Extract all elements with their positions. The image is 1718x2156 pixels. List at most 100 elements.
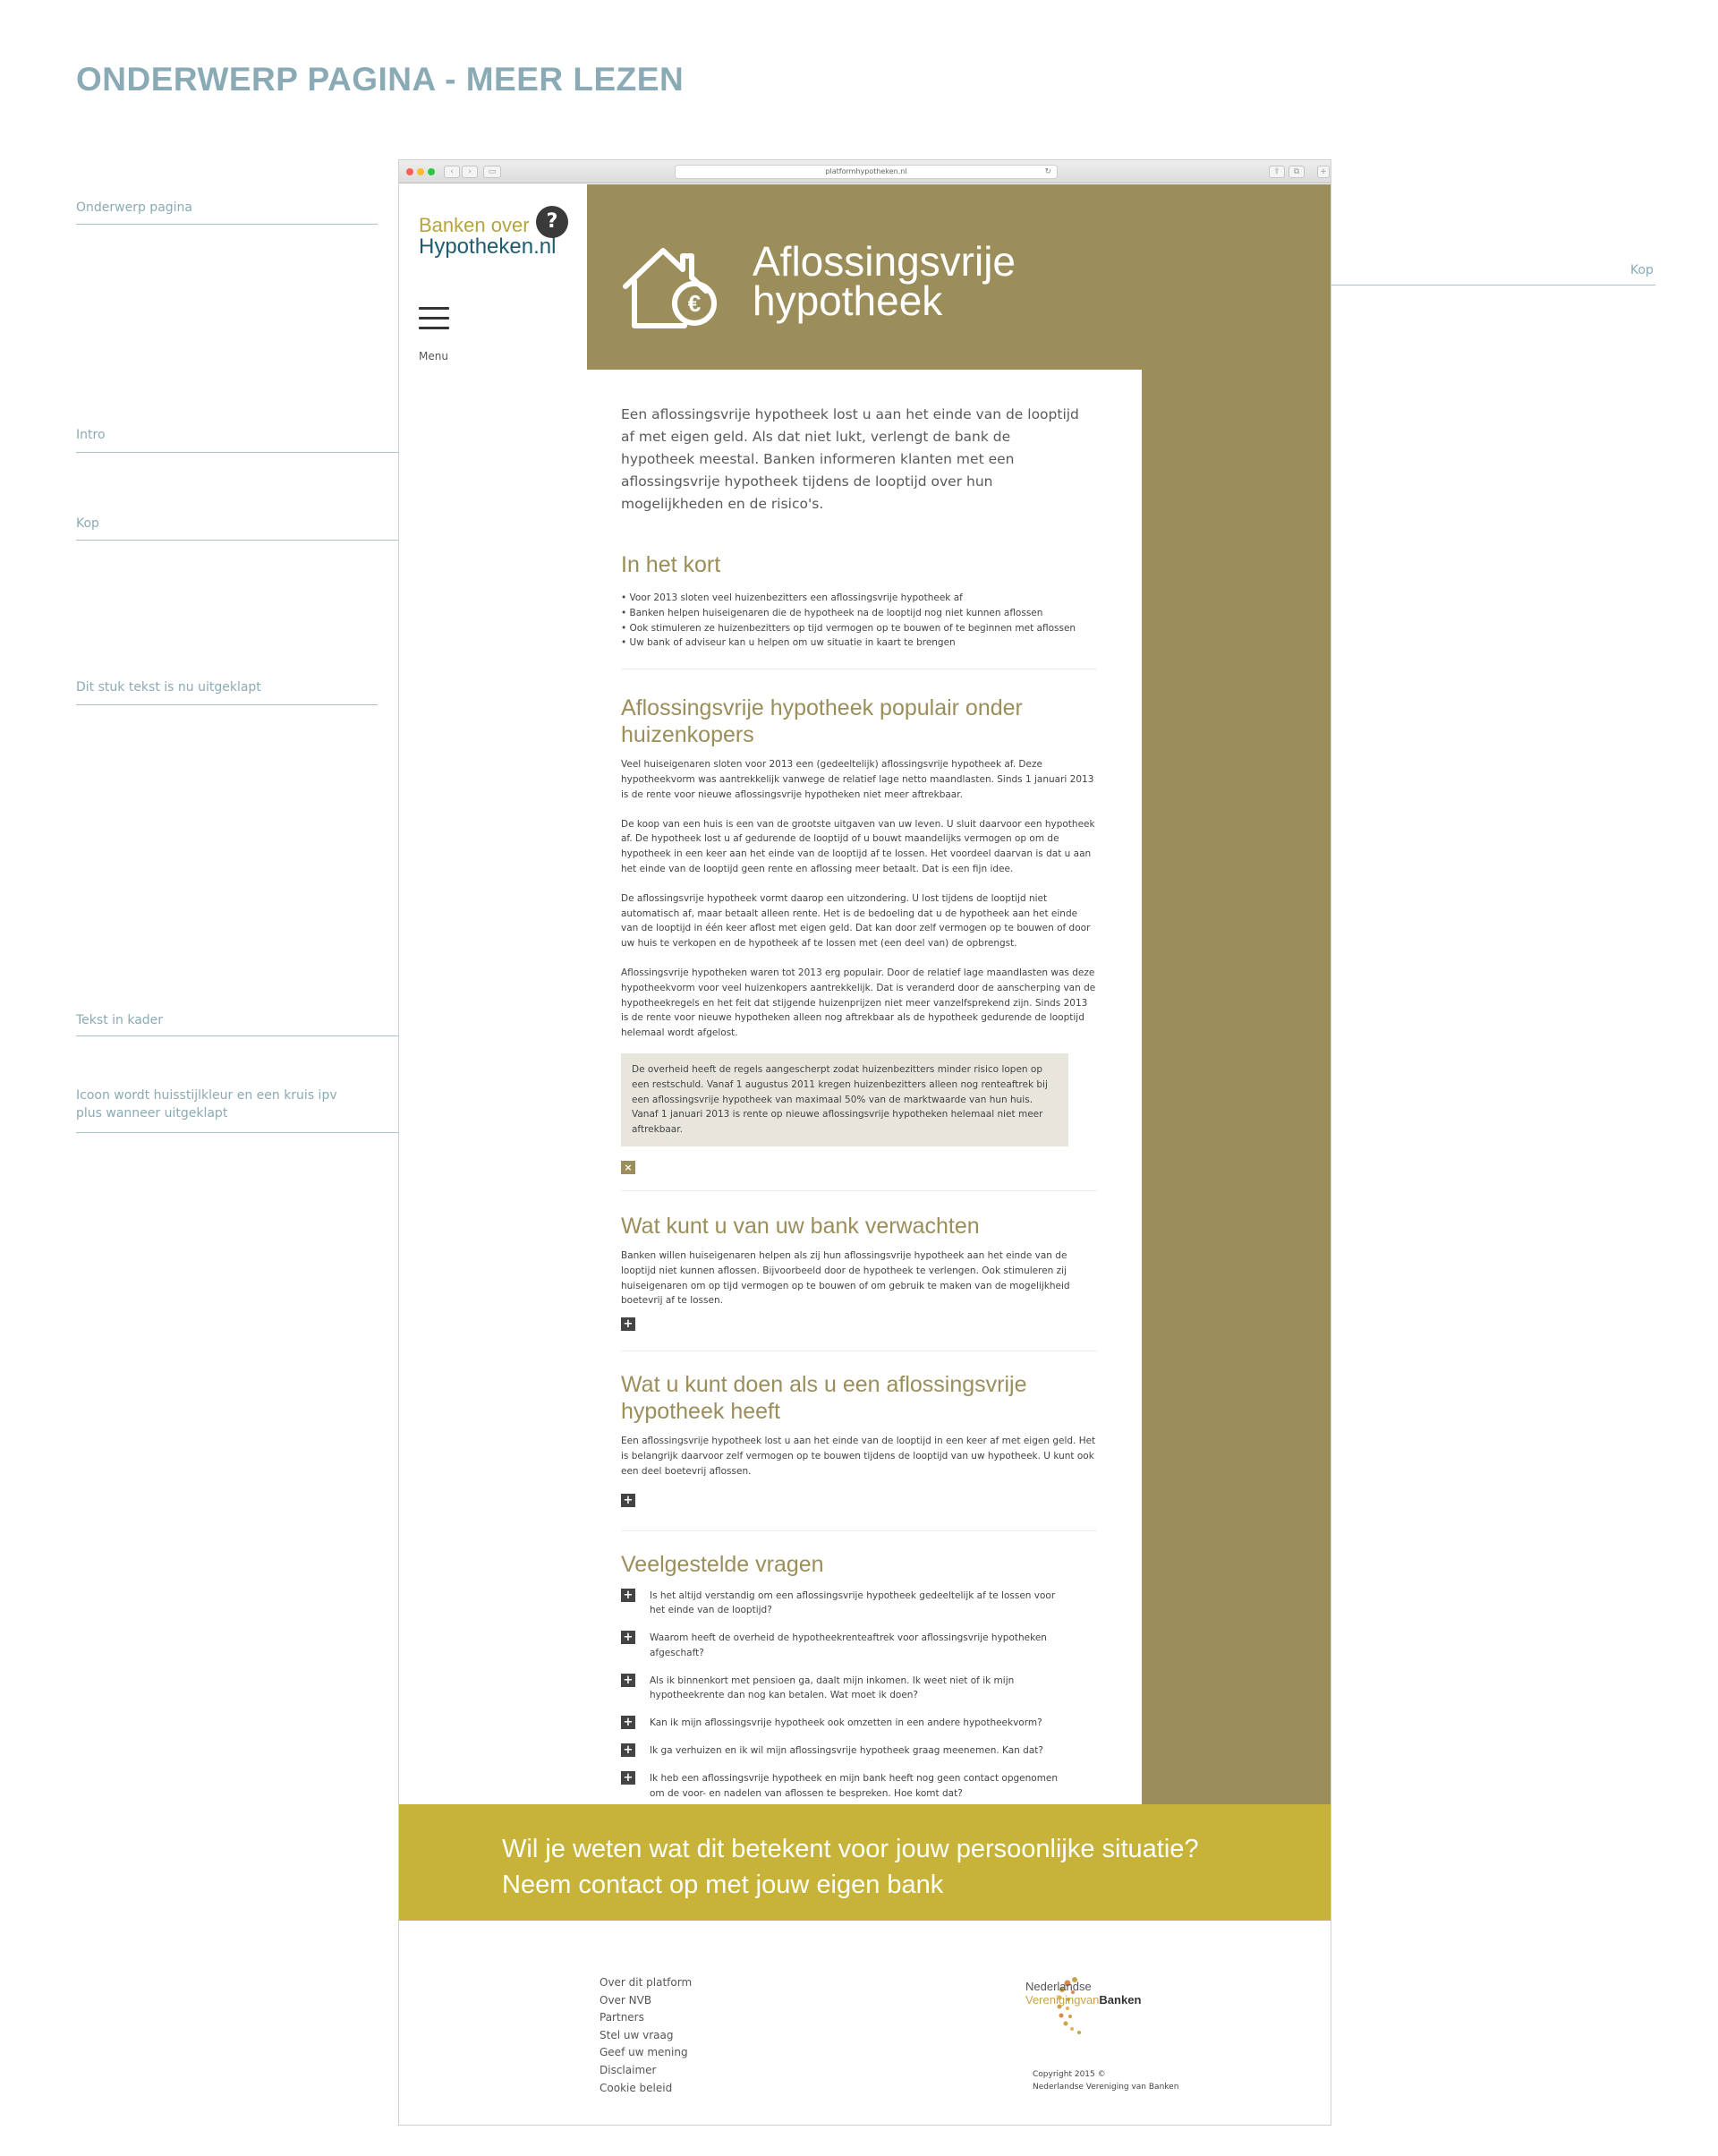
expand-icon[interactable]: +: [621, 1493, 635, 1507]
faq-item[interactable]: + Is het altijd verstandig om een aflossi…: [621, 1588, 1097, 1619]
faq-question[interactable]: Ik heb een aflossingsvrije hypotheek en …: [650, 1771, 1061, 1802]
page-title: ONDERWERP PAGINA - MEER LEZEN: [76, 61, 685, 98]
section1-paragraph-2: De koop van een huis is een van de groot…: [621, 818, 1095, 874]
expand-icon[interactable]: +: [621, 1716, 635, 1730]
hero-title: Aflossingsvrije hypotheek: [753, 238, 1016, 324]
heading-bank-verwachten: Wat kunt u van uw bank verwachten: [621, 1213, 980, 1239]
hero-title-line2: hypotheek: [753, 277, 943, 324]
heading-wat-u-kunt-doen-line2: hypotheek heeft: [621, 1399, 780, 1425]
svg-text:€: €: [688, 290, 701, 317]
annotation-onderwerp-pagina: Onderwerp pagina: [76, 200, 192, 215]
footer-link-over-platform[interactable]: Over dit platform: [600, 1974, 692, 1992]
copyright-line2: Nederlandse Vereniging van Banken: [1033, 2083, 1179, 2092]
annotation-kop-right: Kop: [1630, 263, 1654, 277]
menu-label[interactable]: Menu: [419, 350, 448, 362]
nvb-vereniging: Vereniging: [1025, 1993, 1081, 2007]
footer-link-geef-mening[interactable]: Geef uw mening: [600, 2044, 692, 2062]
sidebar-toggle-button[interactable]: ▭: [483, 166, 501, 178]
nvb-line2: VerenigingvanBanken: [1025, 1993, 1141, 2007]
annotation-kop: Kop: [76, 516, 99, 531]
browser-window: ‹ › ▭ platformhypotheken.nl ↻ ⇧ ⧉ + Bank…: [398, 159, 1331, 2126]
heading-wat-u-kunt-doen: Wat u kunt doen als u een aflossingsvrij…: [621, 1371, 1097, 1425]
new-tab-button[interactable]: +: [1317, 166, 1330, 178]
share-button[interactable]: ⇧: [1269, 166, 1285, 178]
section-divider: [621, 1189, 1097, 1191]
maximize-window-button[interactable]: [428, 168, 435, 175]
section2-paragraph: Banken willen huiseigenaren helpen als z…: [621, 1249, 1070, 1307]
back-button[interactable]: ‹: [444, 166, 460, 178]
expand-icon[interactable]: +: [621, 1770, 635, 1785]
nvb-van: van: [1080, 1993, 1100, 2007]
expand-icon[interactable]: +: [621, 1743, 635, 1758]
nvb-logo-text: Nederlandse VerenigingvanBanken: [1025, 1980, 1141, 2007]
reload-icon[interactable]: ↻: [1044, 166, 1051, 178]
kort-bullet: • Uw bank of adviseur kan u helpen om uw…: [621, 637, 956, 649]
question-mark-icon: ?: [536, 206, 568, 238]
heading-populair-line1: Aflossingsvrije hypotheek populair onder: [621, 695, 1023, 721]
kort-bullet-list: • Voor 2013 sloten veel huizenbezitters …: [621, 591, 1097, 651]
address-bar[interactable]: platformhypotheken.nl ↻: [675, 165, 1058, 179]
expand-icon[interactable]: +: [621, 1317, 635, 1332]
forward-button[interactable]: ›: [462, 166, 478, 178]
info-box: De overheid heeft de regels aangescherpt…: [621, 1052, 1068, 1146]
footer-link-partners[interactable]: Partners: [600, 2009, 692, 2027]
faq-item[interactable]: + Waarom heeft de overheid de hypotheekre…: [621, 1631, 1097, 1661]
footer-links: Over dit platform Over NVB Partners Stel…: [600, 1974, 692, 2097]
cta-line1: Wil je weten wat dit betekent voor jouw …: [502, 1835, 1199, 1863]
faq-list: + Is het altijd verstandig om een aflossi…: [621, 1588, 1097, 1802]
contact-cta-banner[interactable]: Wil je weten wat dit betekent voor jouw …: [399, 1804, 1331, 1921]
url-text: platformhypotheken.nl: [825, 167, 907, 175]
footer-link-stel-vraag[interactable]: Stel uw vraag: [600, 2027, 692, 2045]
faq-question[interactable]: Als ik binnenkort met pensioen ga, daalt…: [650, 1674, 1061, 1704]
site-sidebar: Banken over Hypotheken.nl ? Menu: [399, 184, 587, 372]
faq-item[interactable]: + Kan ik mijn aflossingsvrije hypotheek o…: [621, 1716, 1097, 1731]
cta-line2[interactable]: Neem contact op met jouw eigen bank: [502, 1867, 1331, 1903]
copyright: Copyright 2015 © Nederlandse Vereniging …: [1033, 2068, 1178, 2093]
faq-item[interactable]: + Als ik binnenkort met pensioen ga, daal…: [621, 1673, 1097, 1704]
tabs-button[interactable]: ⧉: [1288, 166, 1305, 178]
collapse-icon[interactable]: ×: [621, 1160, 635, 1174]
faq-question[interactable]: Kan ik mijn aflossingsvrije hypotheek oo…: [650, 1716, 1061, 1731]
heading-populair-line2: huizenkopers: [621, 722, 754, 748]
section1-paragraph-3: De aflossingsvrije hypotheek vormt daaro…: [621, 892, 1091, 950]
section1-paragraph-4: Aflossingsvrije hypotheken waren tot 201…: [621, 967, 1096, 1039]
heading-veelgestelde-vragen: Veelgestelde vragen: [621, 1551, 824, 1577]
annotation-intro: Intro: [76, 428, 106, 442]
faq-question[interactable]: Waarom heeft de overheid de hypotheekren…: [650, 1631, 1061, 1661]
kort-bullet: • Voor 2013 sloten veel huizenbezitters …: [621, 592, 963, 603]
site-footer: Over dit platform Over NVB Partners Stel…: [399, 1921, 1331, 2125]
annotation-uitgeklapt: Dit stuk tekst is nu uitgeklapt: [76, 680, 261, 695]
section3-paragraph: Een aflossingsvrije hypotheek lost u aan…: [621, 1436, 1096, 1477]
annotation-icoon-line2: plus wanneer uitgeklapt: [76, 1106, 228, 1121]
hamburger-menu-icon[interactable]: [419, 307, 449, 337]
footer-link-cookie-beleid[interactable]: Cookie beleid: [600, 2080, 692, 2098]
faq-item[interactable]: + Ik heb een aflossingsvrije hypotheek en…: [621, 1770, 1097, 1802]
faq-question[interactable]: Ik ga verhuizen en ik wil mijn aflossing…: [650, 1743, 1061, 1759]
expand-icon[interactable]: +: [621, 1631, 635, 1645]
minimize-window-button[interactable]: [417, 168, 424, 175]
kort-bullet: • Banken helpen huiseigenaren die de hyp…: [621, 607, 1043, 618]
copyright-line1: Copyright 2015 ©: [1033, 2070, 1106, 2079]
browser-toolbar: ‹ › ▭ platformhypotheken.nl ↻ ⇧ ⧉ +: [399, 160, 1331, 183]
section1-paragraph-1: Veel huiseigenaren sloten voor 2013 een …: [621, 759, 1094, 800]
annotation-tekst-in-kader: Tekst in kader: [76, 1013, 164, 1027]
annotation-line-onderwerp: [76, 224, 378, 225]
intro-text: Een aflossingsvrije hypotheek lost u aan…: [621, 406, 1079, 512]
close-window-button[interactable]: [406, 168, 413, 175]
footer-link-disclaimer[interactable]: Disclaimer: [600, 2062, 692, 2080]
hero-title-line1: Aflossingsvrije: [753, 238, 1016, 285]
annotation-line-uitgeklapt: [76, 704, 378, 705]
expand-icon[interactable]: +: [621, 1588, 635, 1602]
faq-question[interactable]: Is het altijd verstandig om een aflossin…: [650, 1589, 1061, 1619]
heading-wat-u-kunt-doen-line1: Wat u kunt doen als u een aflossingsvrij…: [621, 1372, 1027, 1398]
footer-link-over-nvb[interactable]: Over NVB: [600, 1992, 692, 2010]
section-divider: [621, 1530, 1097, 1531]
faq-item[interactable]: + Ik ga verhuizen en ik wil mijn aflossin…: [621, 1743, 1097, 1759]
article-content: Een aflossingsvrije hypotheek lost u aan…: [587, 370, 1142, 1804]
expand-icon[interactable]: +: [621, 1673, 635, 1687]
kort-bullet: • Ook stimuleren ze huizenbezitters op t…: [621, 622, 1076, 634]
logo-line2: Hypotheken.nl: [419, 234, 557, 259]
annotation-icoon: Icoon wordt huisstijlkleur en een kruis …: [76, 1087, 337, 1122]
annotation-icoon-line1: Icoon wordt huisstijlkleur en een kruis …: [76, 1088, 337, 1103]
heading-populair: Aflossingsvrije hypotheek populair onder…: [621, 695, 1097, 748]
